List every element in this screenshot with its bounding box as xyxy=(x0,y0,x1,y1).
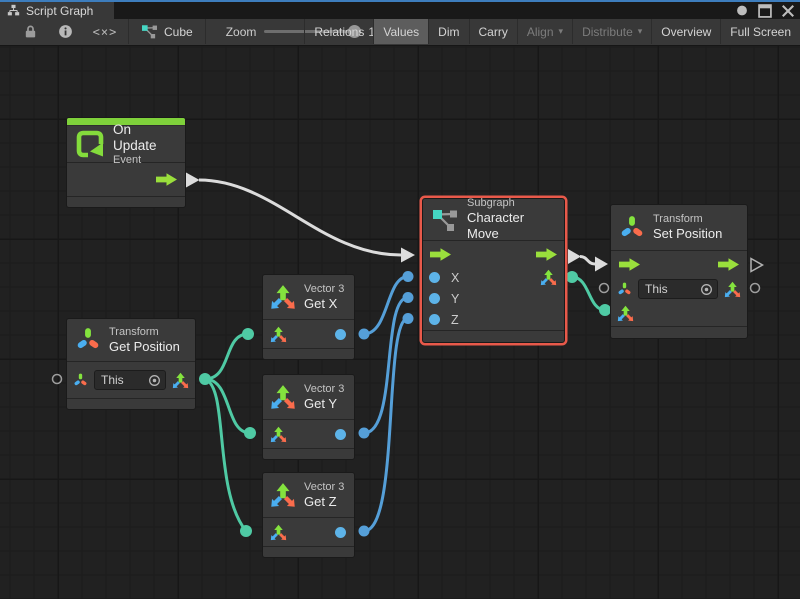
vector3-out-port-icon[interactable] xyxy=(172,372,189,389)
input-port-z[interactable] xyxy=(429,314,440,325)
value-out-port[interactable] xyxy=(335,527,346,538)
code-icon: <×> xyxy=(93,24,118,39)
info-icon xyxy=(58,24,73,39)
node-category: Vector 3 xyxy=(304,283,344,296)
transform-icon xyxy=(75,327,101,353)
node-get-z[interactable]: Vector 3 Get Z xyxy=(262,472,355,558)
vector3-out-port-icon[interactable] xyxy=(724,281,741,298)
value-out-port[interactable] xyxy=(335,429,346,440)
distribute-dropdown[interactable]: Distribute▾ xyxy=(572,19,651,44)
vector3-icon xyxy=(270,482,296,508)
node-on-update[interactable]: On Update Event xyxy=(66,117,186,208)
lock-icon xyxy=(23,24,38,39)
code-preview-button[interactable]: <×> xyxy=(82,19,128,44)
event-loop-icon xyxy=(75,129,105,159)
flow-out-port[interactable] xyxy=(536,248,557,261)
tab-bar: Script Graph xyxy=(0,0,800,19)
node-get-y[interactable]: Vector 3 Get Y xyxy=(262,374,355,460)
maximize-icon[interactable] xyxy=(758,3,772,18)
node-category: Vector 3 xyxy=(304,383,344,396)
close-icon[interactable] xyxy=(781,3,795,18)
info-button[interactable] xyxy=(48,19,82,44)
node-title: On Update xyxy=(113,122,175,154)
vector3-in-port-icon[interactable] xyxy=(270,524,287,541)
flow-in-port[interactable] xyxy=(430,248,451,261)
window-menu-icon[interactable] xyxy=(735,3,749,18)
node-title: Get Position xyxy=(109,339,180,355)
tab-script-graph[interactable]: Script Graph xyxy=(0,2,114,19)
value-out-port[interactable] xyxy=(335,329,346,340)
input-port-y[interactable] xyxy=(429,293,440,304)
fullscreen-button[interactable]: Full Screen xyxy=(720,19,800,44)
object-picker-icon[interactable] xyxy=(148,374,161,387)
transform-port-icon[interactable] xyxy=(73,373,88,388)
vector3-in-port-icon[interactable] xyxy=(270,426,287,443)
tab-title: Script Graph xyxy=(26,4,93,18)
object-picker-icon[interactable] xyxy=(700,283,713,296)
subgraph-icon xyxy=(431,208,459,232)
graph-hierarchy-icon xyxy=(7,4,20,17)
vector3-icon xyxy=(270,384,296,410)
node-get-x[interactable]: Vector 3 Get X xyxy=(262,274,355,360)
align-dropdown[interactable]: Align▾ xyxy=(517,19,572,44)
port-label-x: X xyxy=(451,271,459,285)
overview-button[interactable]: Overview xyxy=(651,19,720,44)
transform-icon xyxy=(619,215,645,241)
vector3-out-port-icon[interactable] xyxy=(540,269,557,286)
graph-target[interactable]: Cube xyxy=(129,19,205,44)
node-character-move[interactable]: Subgraph Character Move X Y Z xyxy=(422,198,565,343)
port-label-z: Z xyxy=(451,313,459,327)
target-name: Cube xyxy=(164,25,193,39)
flow-out-port[interactable] xyxy=(156,173,177,186)
graph-asset-icon xyxy=(141,24,158,39)
vector3-in-port-icon[interactable] xyxy=(617,305,634,322)
node-title: Character Move xyxy=(467,210,554,242)
this-value-field[interactable]: This xyxy=(94,370,166,390)
node-category: Transform xyxy=(109,326,180,339)
toolbar-right: Relations Values Dim Carry Align▾ Distri… xyxy=(304,19,800,44)
node-set-position[interactable]: Transform Set Position This xyxy=(610,204,748,339)
node-title: Get X xyxy=(304,296,344,312)
node-category: Transform xyxy=(653,213,722,226)
dim-button[interactable]: Dim xyxy=(428,19,468,44)
flow-out-port[interactable] xyxy=(718,258,739,271)
node-title: Get Y xyxy=(304,396,344,412)
port-label-y: Y xyxy=(451,292,459,306)
node-subtitle: Event xyxy=(113,154,175,167)
carry-button[interactable]: Carry xyxy=(469,19,517,44)
chevron-down-icon: ▾ xyxy=(559,27,564,36)
vector3-in-port-icon[interactable] xyxy=(270,326,287,343)
node-category: Subgraph xyxy=(467,197,554,210)
relations-button[interactable]: Relations xyxy=(304,19,373,44)
chevron-down-icon: ▾ xyxy=(638,27,643,36)
node-title: Get Z xyxy=(304,494,344,510)
zoom-label: Zoom xyxy=(226,25,257,39)
this-value-field[interactable]: This xyxy=(638,279,718,299)
node-title: Set Position xyxy=(653,226,722,242)
node-get-position[interactable]: Transform Get Position This xyxy=(66,318,196,410)
transform-port-icon[interactable] xyxy=(617,282,632,297)
focus-highlight-line xyxy=(0,0,800,2)
flow-in-port[interactable] xyxy=(619,258,640,271)
lock-button[interactable] xyxy=(12,19,48,44)
graph-toolbar: <×> Cube Zoom 1x Relations Values Dim Ca… xyxy=(0,19,800,46)
window-controls xyxy=(735,2,795,19)
values-button[interactable]: Values xyxy=(373,19,428,44)
vector3-icon xyxy=(270,284,296,310)
input-port-x[interactable] xyxy=(429,272,440,283)
node-category: Vector 3 xyxy=(304,481,344,494)
